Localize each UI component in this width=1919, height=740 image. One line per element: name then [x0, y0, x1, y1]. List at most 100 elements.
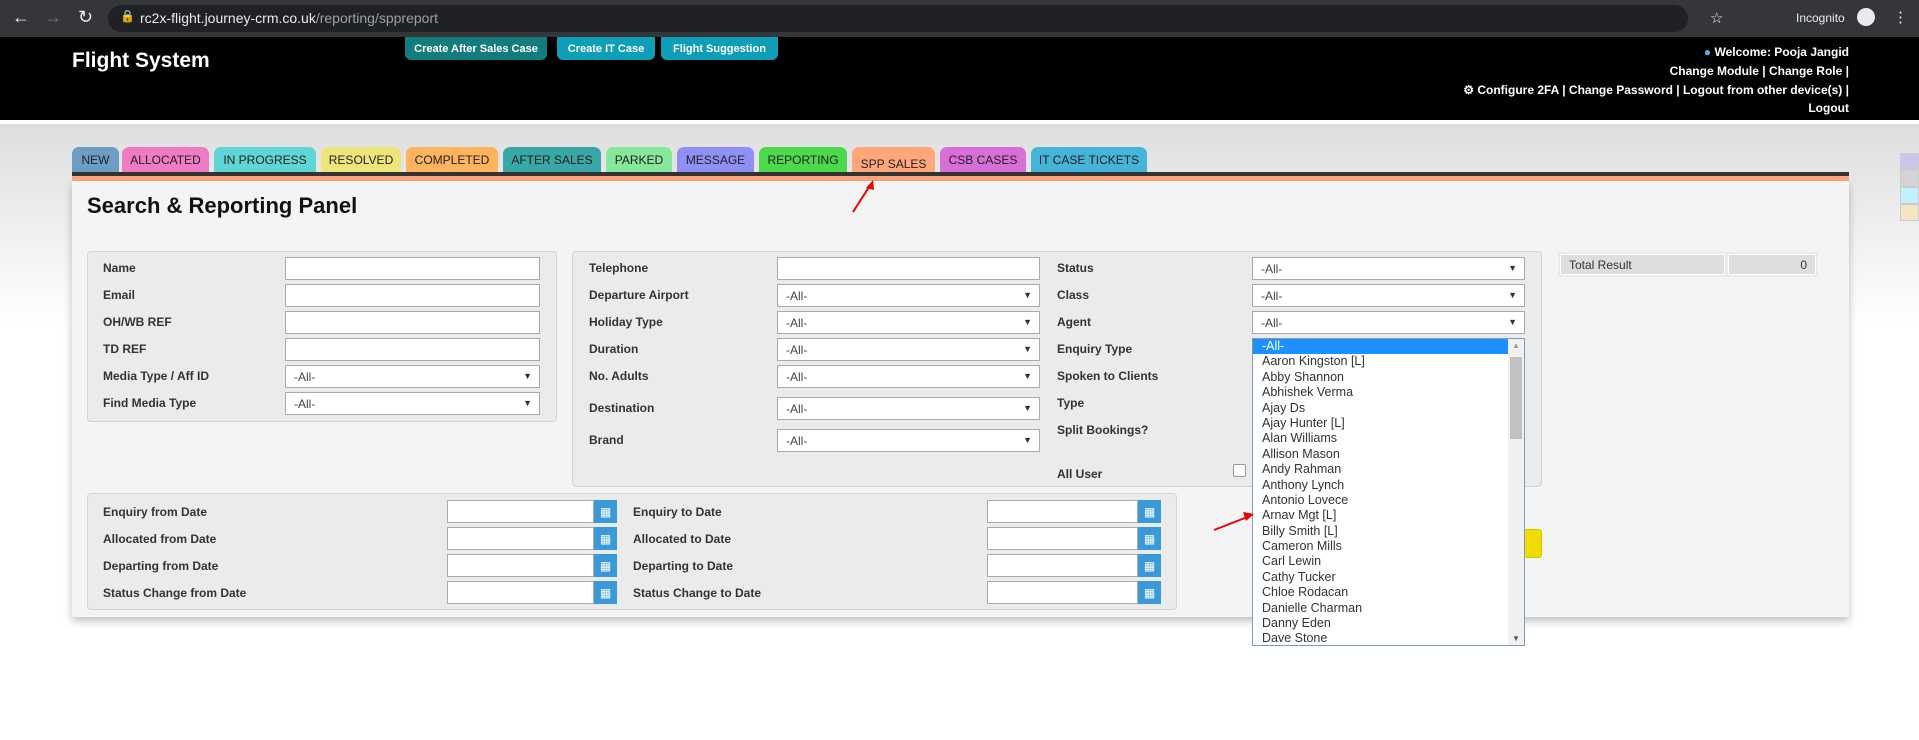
td-ref-label: TD REF [103, 342, 147, 356]
agent-option[interactable]: Chloe Rodacan [1253, 585, 1508, 600]
tab-it-case-tickets[interactable]: IT CASE TICKETS [1031, 147, 1147, 173]
tab-allocated[interactable]: ALLOCATED [122, 147, 209, 173]
find-media-type-label: Find Media Type [103, 396, 197, 410]
agent-option[interactable]: Danielle Charman [1253, 601, 1508, 616]
side-swatch[interactable] [1900, 153, 1919, 170]
agent-option[interactable]: Abby Shannon [1253, 370, 1508, 385]
calendar-icon[interactable]: ▦ [1138, 581, 1161, 604]
agent-option[interactable]: Aaron Kingston [L] [1253, 354, 1508, 369]
scrollbar-thumb[interactable] [1510, 357, 1522, 439]
find-media-type-select[interactable]: -All- [285, 392, 540, 415]
agent-option[interactable]: Anthony Lynch [1253, 478, 1508, 493]
agent-option[interactable]: Abhishek Verma [1253, 385, 1508, 400]
agent-option[interactable]: Danny Eden [1253, 616, 1508, 631]
td-ref-input[interactable] [285, 338, 540, 361]
calendar-icon[interactable]: ▦ [594, 581, 617, 604]
agent-option[interactable]: Ajay Ds [1253, 401, 1508, 416]
profile-label[interactable]: Incognito [1796, 11, 1845, 25]
duration-label: Duration [589, 342, 639, 356]
destination-select[interactable]: -All- [777, 397, 1040, 420]
no-adults-label: No. Adults [589, 369, 649, 383]
departing-from-date-input[interactable] [447, 554, 594, 577]
brand-select[interactable]: -All- [777, 429, 1040, 452]
side-swatch[interactable] [1900, 204, 1919, 221]
allocated-from-date-label: Allocated from Date [103, 532, 217, 546]
side-swatch[interactable] [1900, 187, 1919, 204]
tab-new[interactable]: NEW [72, 147, 119, 173]
total-result-value: 0 [1728, 254, 1816, 275]
holiday-type-select[interactable]: -All- [777, 311, 1040, 334]
page-title: Search & Reporting Panel [87, 193, 358, 218]
change-module-role-links[interactable]: Change Module | Change Role | [1670, 64, 1849, 78]
agent-option[interactable]: -All- [1253, 339, 1508, 355]
logout-link[interactable]: Logout [1808, 101, 1849, 115]
allocated-from-date-input[interactable] [447, 527, 594, 550]
forward-icon[interactable]: → [44, 7, 62, 28]
status-change-from-date-input[interactable] [447, 581, 594, 604]
scroll-up-icon[interactable]: ▲ [1512, 341, 1520, 350]
agent-option[interactable]: Antonio Lovece [1253, 493, 1508, 508]
back-icon[interactable]: ← [12, 7, 30, 28]
name-input[interactable] [285, 257, 540, 280]
calendar-icon[interactable]: ▦ [1138, 500, 1161, 523]
oh-wb-ref-input[interactable] [285, 311, 540, 334]
search-button[interactable] [1524, 529, 1542, 558]
agent-option[interactable]: Carl Lewin [1253, 554, 1508, 569]
media-type-aff-id-select[interactable]: -All- [285, 365, 540, 388]
agent-option[interactable]: Cameron Mills [1253, 539, 1508, 554]
scroll-down-icon[interactable]: ▼ [1512, 634, 1520, 643]
enquiry-from-date-input[interactable] [447, 500, 594, 523]
tab-reporting[interactable]: REPORTING [759, 147, 847, 173]
star-icon[interactable]: ☆ [1710, 9, 1723, 27]
url-host: rc2x-flight.journey-crm.co.uk [140, 10, 316, 26]
calendar-icon[interactable]: ▦ [1138, 554, 1161, 577]
side-swatch[interactable] [1900, 170, 1919, 187]
tab-completed[interactable]: COMPLETED [406, 147, 498, 173]
telephone-input[interactable] [777, 257, 1040, 280]
tab-csb-cases[interactable]: CSB CASES [940, 147, 1026, 173]
departure-airport-select[interactable]: -All- [777, 284, 1040, 307]
agent-option[interactable]: Dave Stone [1253, 631, 1508, 646]
calendar-icon[interactable]: ▦ [594, 554, 617, 577]
incognito-icon[interactable] [1857, 8, 1875, 26]
departing-to-date-input[interactable] [987, 554, 1138, 577]
agent-option[interactable]: Ajay Hunter [L] [1253, 416, 1508, 431]
tab-in-progress[interactable]: IN PROGRESS [214, 147, 316, 173]
agent-option[interactable]: Allison Mason [1253, 447, 1508, 462]
status-change-to-date-input[interactable] [987, 581, 1138, 604]
email-label: Email [103, 288, 136, 302]
url-text[interactable]: rc2x-flight.journey-crm.co.uk/reporting/… [140, 10, 438, 26]
allocated-to-date-label: Allocated to Date [633, 532, 732, 546]
agent-option[interactable]: Billy Smith [L] [1253, 524, 1508, 539]
agent-option[interactable]: Alan Williams [1253, 431, 1508, 446]
agent-dropdown-list[interactable]: -All- Aaron Kingston [L] Abby Shannon Abhis… [1252, 338, 1525, 646]
agent-option[interactable]: Andy Rahman [1253, 462, 1508, 477]
status-select[interactable]: -All- [1252, 257, 1525, 280]
duration-select[interactable]: -All- [777, 338, 1040, 361]
tab-resolved[interactable]: RESOLVED [321, 147, 401, 173]
agent-option[interactable]: Arnav Mgt [L] [1253, 508, 1508, 523]
enquiry-to-date-input[interactable] [987, 500, 1138, 523]
name-label: Name [103, 261, 136, 275]
no-adults-select[interactable]: -All- [777, 365, 1040, 388]
menu-icon[interactable]: ⋮ [1893, 8, 1908, 26]
calendar-icon[interactable]: ▦ [594, 500, 617, 523]
calendar-icon[interactable]: ▦ [594, 527, 617, 550]
tab-parked[interactable]: PARKED [606, 147, 672, 173]
agent-option[interactable]: Cathy Tucker [1253, 570, 1508, 585]
allocated-to-date-input[interactable] [987, 527, 1138, 550]
type-label: Type [1057, 396, 1085, 410]
tab-message[interactable]: MESSAGE [677, 147, 754, 173]
all-user-checkbox[interactable] [1233, 464, 1246, 477]
dropdown-scrollbar[interactable]: ▲ ▼ [1508, 339, 1524, 645]
class-select[interactable]: -All- [1252, 284, 1525, 307]
create-it-case-button[interactable]: Create IT Case [557, 37, 655, 60]
tab-after-sales[interactable]: AFTER SALES [503, 147, 601, 173]
calendar-icon[interactable]: ▦ [1138, 527, 1161, 550]
reload-icon[interactable]: ↻ [78, 7, 93, 28]
email-input[interactable] [285, 284, 540, 307]
create-after-sales-case-button[interactable]: Create After Sales Case [405, 37, 547, 60]
flight-suggestion-button[interactable]: Flight Suggestion [661, 37, 778, 60]
agent-select[interactable]: -All- [1252, 311, 1525, 334]
account-links[interactable]: Configure 2FA | Change Password | Logout… [1477, 83, 1849, 97]
